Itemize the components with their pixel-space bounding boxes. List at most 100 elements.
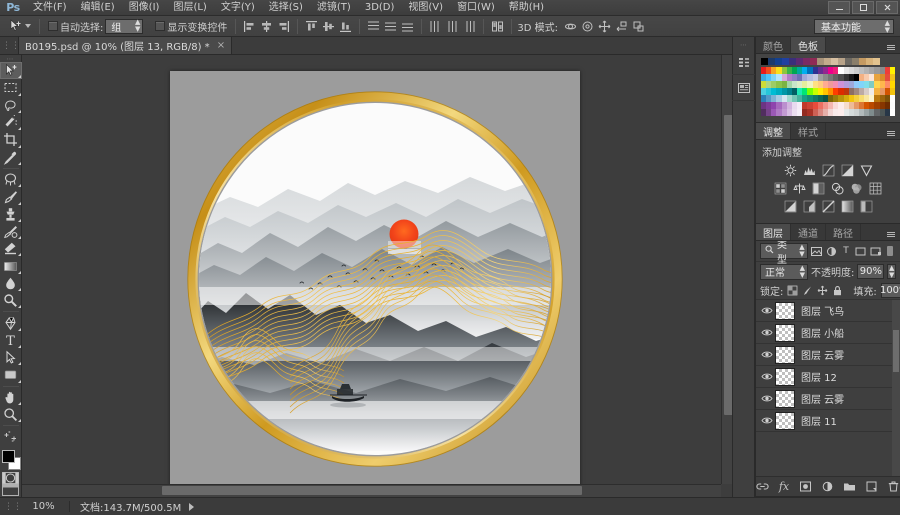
eye-icon[interactable] bbox=[758, 410, 775, 432]
menu-type[interactable]: 文字(Y) bbox=[214, 0, 262, 16]
menu-edit[interactable]: 编辑(E) bbox=[74, 0, 122, 16]
swatch-cell[interactable] bbox=[796, 58, 803, 65]
quick-mask-toggle[interactable] bbox=[2, 471, 20, 484]
screen-mode-toggle[interactable] bbox=[2, 484, 20, 497]
swatch-cell[interactable] bbox=[817, 58, 824, 65]
active-tool-preset[interactable] bbox=[4, 17, 34, 36]
menu-filter[interactable]: 滤镜(T) bbox=[310, 0, 358, 16]
color-balance-icon[interactable] bbox=[792, 181, 807, 195]
swatch-cell[interactable] bbox=[873, 58, 880, 65]
layers-scroll-thumb[interactable] bbox=[893, 330, 899, 372]
dodge-tool[interactable] bbox=[0, 292, 22, 309]
3d-scale-icon[interactable] bbox=[630, 18, 647, 35]
type-tool[interactable]: T bbox=[0, 332, 22, 349]
swatch-cell[interactable] bbox=[810, 58, 817, 65]
history-panel-icon[interactable] bbox=[732, 49, 755, 75]
blend-mode-dropdown[interactable]: 正常 ▲ ▼ bbox=[760, 263, 808, 280]
align-right-edges-icon[interactable] bbox=[275, 18, 292, 35]
3d-orbit-icon[interactable] bbox=[562, 18, 579, 35]
panel-menu-icon[interactable] bbox=[885, 126, 897, 137]
swatch-cell[interactable] bbox=[789, 58, 796, 65]
add-mask-icon[interactable] bbox=[799, 480, 812, 494]
history-brush-tool[interactable] bbox=[0, 223, 22, 240]
new-group-icon[interactable] bbox=[843, 480, 856, 494]
menu-select[interactable]: 选择(S) bbox=[262, 0, 310, 16]
swatch-cell[interactable] bbox=[775, 58, 782, 65]
layer-style-fx-icon[interactable]: fx bbox=[778, 480, 790, 494]
pixel-filter-icon[interactable] bbox=[811, 244, 823, 258]
tab-channels[interactable]: 通道 bbox=[791, 224, 826, 240]
eyedropper-tool[interactable] bbox=[0, 149, 22, 166]
path-selection-tool[interactable] bbox=[0, 349, 22, 366]
layer-thumbnail[interactable] bbox=[775, 367, 795, 386]
swatch-cell[interactable] bbox=[859, 58, 866, 65]
swatch-cell[interactable] bbox=[803, 58, 810, 65]
menu-image[interactable]: 图像(I) bbox=[122, 0, 167, 16]
blur-tool[interactable] bbox=[0, 275, 22, 292]
swatch-cell[interactable] bbox=[852, 58, 859, 65]
document-area[interactable] bbox=[22, 55, 734, 497]
brightness-contrast-icon[interactable] bbox=[783, 163, 798, 177]
distribute-right-icon[interactable] bbox=[461, 18, 478, 35]
clone-stamp-tool[interactable] bbox=[0, 206, 22, 223]
canvas-horizontal-scrollbar[interactable] bbox=[22, 484, 721, 497]
align-bottom-edges-icon[interactable] bbox=[337, 18, 354, 35]
channel-mixer-icon[interactable] bbox=[849, 181, 864, 195]
swatch-cell[interactable] bbox=[768, 58, 775, 65]
shape-filter-icon[interactable] bbox=[855, 244, 867, 258]
layer-row[interactable]: 图层 飞鸟 bbox=[756, 300, 900, 322]
adjustment-filter-icon[interactable] bbox=[825, 244, 837, 258]
menu-layer[interactable]: 图层(L) bbox=[166, 0, 213, 16]
lock-transparent-icon[interactable] bbox=[787, 284, 798, 297]
auto-select-checkbox[interactable] bbox=[48, 21, 58, 31]
document-size-info[interactable]: 文档:143.7M/500.5M bbox=[70, 499, 195, 514]
workspace-dropdown[interactable]: 基本功能 ▲ ▼ bbox=[814, 19, 894, 34]
distribute-hcenter-icon[interactable] bbox=[444, 18, 461, 35]
align-left-edges-icon[interactable] bbox=[241, 18, 258, 35]
brush-tool[interactable] bbox=[0, 188, 22, 205]
delete-layer-icon[interactable] bbox=[887, 480, 900, 494]
marquee-tool[interactable] bbox=[0, 79, 22, 96]
swatches-grid[interactable] bbox=[756, 54, 900, 122]
zoom-level[interactable]: 10% bbox=[18, 501, 70, 512]
swatch-cell[interactable] bbox=[889, 95, 896, 102]
align-top-edges-icon[interactable] bbox=[303, 18, 320, 35]
auto-select-dropdown[interactable]: 组 ▲ ▼ bbox=[105, 18, 144, 34]
layer-row[interactable]: 图层 云雾 bbox=[756, 344, 900, 366]
layer-thumbnail[interactable] bbox=[775, 411, 795, 430]
pen-tool[interactable] bbox=[0, 314, 22, 331]
menu-file[interactable]: 文件(F) bbox=[26, 0, 74, 16]
layer-thumbnail[interactable] bbox=[775, 389, 795, 408]
swatch-cell[interactable] bbox=[838, 58, 845, 65]
toolbox-grip[interactable]: ⋯ bbox=[0, 55, 22, 63]
healing-brush-tool[interactable] bbox=[0, 171, 22, 188]
lock-image-icon[interactable] bbox=[802, 284, 813, 297]
gradient-tool[interactable] bbox=[0, 257, 22, 274]
exposure-icon[interactable] bbox=[840, 163, 855, 177]
hand-tool[interactable] bbox=[0, 389, 22, 406]
layer-filter-type-dropdown[interactable]: 类型 ▲ ▼ bbox=[760, 240, 808, 266]
tool-preset-chevron-icon[interactable] bbox=[25, 24, 31, 28]
swatch-cell[interactable] bbox=[889, 81, 896, 88]
smart-object-filter-icon[interactable] bbox=[870, 244, 882, 258]
distribute-left-icon[interactable] bbox=[427, 18, 444, 35]
layer-row[interactable]: 图层 小船 bbox=[756, 322, 900, 344]
edit-toolbar-button[interactable] bbox=[0, 428, 22, 445]
color-lookup-icon[interactable] bbox=[868, 181, 883, 195]
swatch-cell[interactable] bbox=[889, 67, 896, 74]
hue-saturation-icon[interactable] bbox=[773, 181, 788, 195]
gradient-map-icon[interactable] bbox=[840, 199, 855, 213]
vibrance-icon[interactable] bbox=[859, 163, 874, 177]
close-icon[interactable]: × bbox=[217, 40, 225, 51]
swatch-cell[interactable] bbox=[889, 109, 896, 116]
document-tab[interactable]: B0195.psd @ 10% (图层 13, RGB/8) * × bbox=[18, 36, 233, 54]
swatch-cell[interactable] bbox=[889, 74, 896, 81]
close-icon[interactable] bbox=[876, 1, 898, 14]
layer-thumbnail[interactable] bbox=[775, 345, 795, 364]
fill-value[interactable]: 100% bbox=[880, 282, 900, 298]
eye-icon[interactable] bbox=[758, 300, 775, 322]
opacity-stepper[interactable]: ▲ ▼ bbox=[887, 264, 896, 279]
swatch-cell[interactable] bbox=[824, 58, 831, 65]
new-layer-icon[interactable] bbox=[865, 480, 878, 494]
posterize-icon[interactable] bbox=[802, 199, 817, 213]
